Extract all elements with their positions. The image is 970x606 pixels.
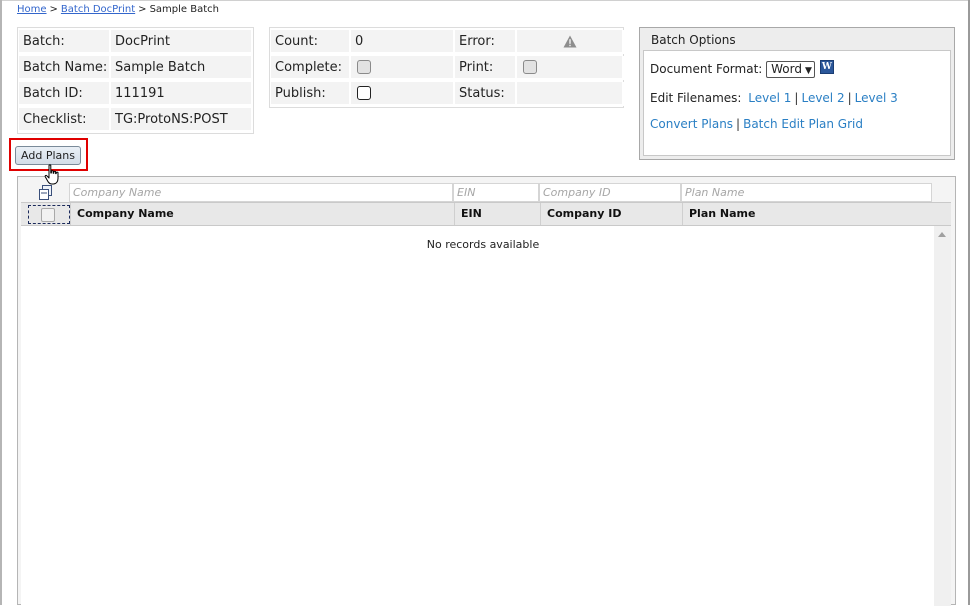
link-separator: | (794, 91, 799, 105)
edit-level-1-link[interactable]: Level 1 (748, 91, 791, 105)
publish-label: Publish: (271, 82, 351, 106)
link-separator: | (736, 117, 741, 131)
plan-actions-row: Convert Plans | Batch Edit Plan Grid (650, 117, 863, 131)
breadcrumb-separator: > (138, 4, 147, 15)
batch-label: Batch: (19, 30, 111, 54)
column-header-plan-name[interactable]: Plan Name (682, 203, 951, 225)
document-format-select[interactable]: Word ▼ (766, 61, 815, 78)
document-format-row: Document Format: Word ▼ W (650, 59, 834, 78)
breadcrumb-separator: > (49, 4, 58, 15)
print-value (517, 56, 624, 80)
complete-label: Complete: (271, 56, 351, 80)
no-records-message: No records available (426, 238, 540, 251)
scroll-up-arrow-icon[interactable] (938, 232, 946, 237)
error-label: Error: (455, 30, 517, 54)
edit-filenames-row: Edit Filenames: Level 1 | Level 2 | Level 3 (650, 91, 898, 105)
copy-columns-icon[interactable] (38, 185, 53, 201)
convert-plans-link[interactable]: Convert Plans (650, 117, 733, 131)
count-label: Count: (271, 30, 351, 54)
publish-checkbox[interactable] (357, 85, 371, 100)
hand-pointer-cursor-icon (44, 164, 59, 185)
select-all-checkbox[interactable] (41, 208, 55, 222)
breadcrumb: Home > Batch DocPrint > Sample Batch (17, 4, 219, 16)
filter-company-id[interactable]: Company ID (539, 183, 681, 202)
complete-value (351, 56, 455, 80)
error-value (517, 30, 624, 54)
breadcrumb-current: Sample Batch (149, 4, 219, 15)
count-value: 0 (351, 30, 455, 54)
select-all-cell[interactable] (28, 205, 70, 224)
grid-filter-row: Company Name EIN Company ID Plan Name (20, 183, 932, 202)
column-header-company-id[interactable]: Company ID (540, 203, 682, 225)
checklist-label: Checklist: (19, 108, 111, 132)
column-header-company-name[interactable]: Company Name (70, 203, 454, 225)
edit-level-2-link[interactable]: Level 2 (801, 91, 844, 105)
batch-info-panel: Batch: DocPrint Batch Name: Sample Batch… (17, 27, 254, 134)
batch-status-panel: Count: 0 Error: Complete: Print: Publish… (269, 27, 624, 108)
document-format-selected: Word (771, 62, 802, 76)
chevron-down-icon: ▼ (804, 66, 812, 76)
filter-plan-name[interactable]: Plan Name (681, 183, 932, 202)
breadcrumb-batch-docprint-link[interactable]: Batch DocPrint (61, 4, 135, 15)
batch-options-body: Document Format: Word ▼ W Edit Filenames: … (643, 50, 951, 156)
batch-options-title: Batch Options (651, 33, 736, 47)
grid-header-row: Company Name EIN Company ID Plan Name (21, 202, 951, 226)
edit-filenames-label: Edit Filenames: (650, 91, 742, 105)
window-top-border (0, 0, 970, 1)
status-label: Status: (455, 82, 517, 106)
add-plans-button[interactable]: Add Plans (15, 146, 81, 165)
print-label: Print: (455, 56, 517, 80)
filter-company-name[interactable]: Company Name (69, 183, 453, 202)
batch-id-label: Batch ID: (19, 82, 111, 106)
status-value (517, 82, 624, 106)
warning-triangle-icon (563, 35, 577, 48)
print-checkbox[interactable] (523, 59, 537, 74)
breadcrumb-home-link[interactable]: Home (17, 4, 47, 15)
link-separator: | (847, 91, 852, 105)
batch-name-value: Sample Batch (111, 56, 253, 80)
window-left-border (0, 0, 2, 605)
batch-edit-plan-grid-link[interactable]: Batch Edit Plan Grid (743, 117, 863, 131)
publish-value (351, 82, 455, 106)
edit-level-3-link[interactable]: Level 3 (855, 91, 898, 105)
batch-value: DocPrint (111, 30, 253, 54)
batch-name-label: Batch Name: (19, 56, 111, 80)
word-doc-icon[interactable]: W (819, 59, 834, 74)
column-header-ein[interactable]: EIN (454, 203, 540, 225)
batch-options-panel: Batch Options Document Format: Word ▼ W Ed… (639, 27, 955, 160)
filter-ein[interactable]: EIN (453, 183, 539, 202)
plans-grid: Company Name EIN Company ID Plan Name Co… (17, 176, 956, 606)
checklist-value: TG:ProtoNS:POST (111, 108, 253, 132)
complete-checkbox[interactable] (357, 59, 371, 74)
grid-body (21, 226, 934, 606)
document-format-label: Document Format: (650, 62, 763, 76)
batch-id-value: 111191 (111, 82, 253, 106)
grid-vertical-scrollbar[interactable] (934, 226, 951, 606)
